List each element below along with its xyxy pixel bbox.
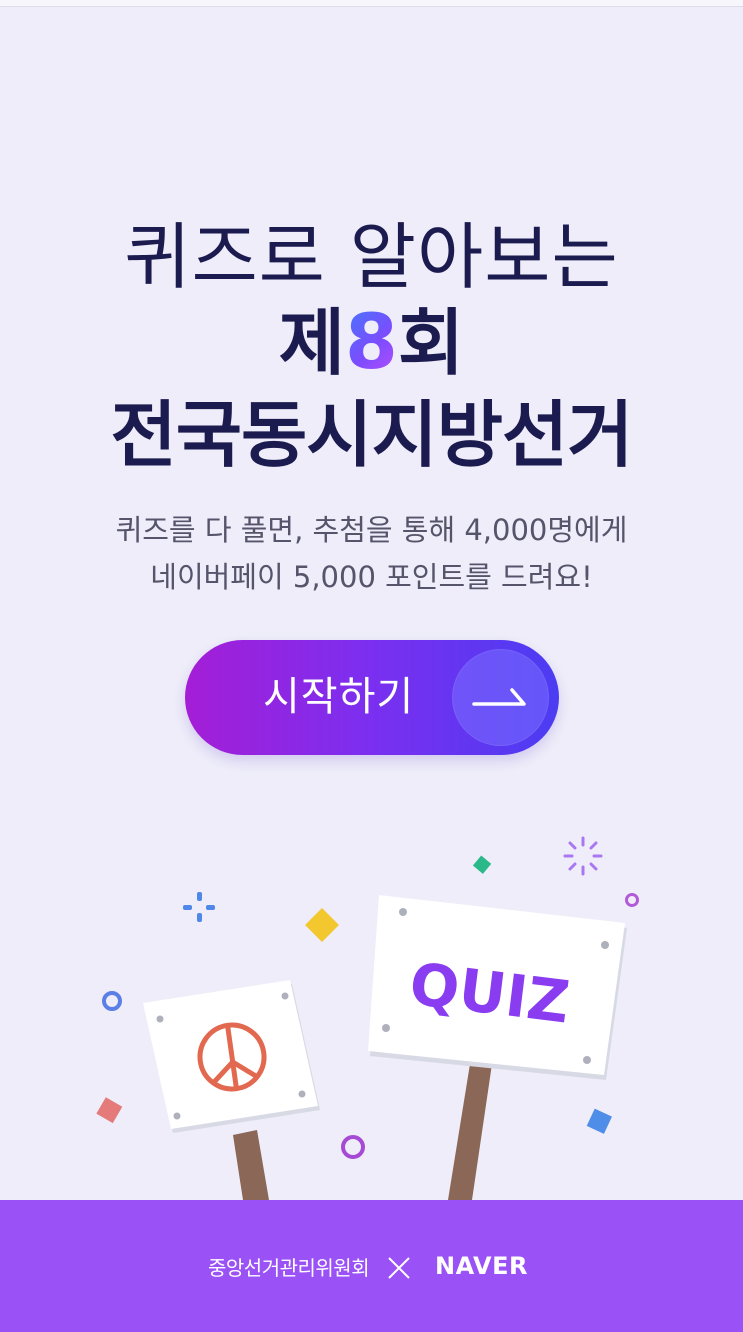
confetti-square-blue	[586, 1108, 612, 1134]
footer: 중앙선거관리위원회 NAVER	[0, 1200, 743, 1332]
description-line-1: 퀴즈를 다 풀면, 추첨을 통해 4,000명에게	[115, 513, 628, 547]
arrow-right-icon	[452, 649, 549, 746]
confetti-square-green	[472, 855, 492, 874]
burst-icon	[563, 836, 603, 876]
hero-line-2-prefix: 제	[278, 301, 346, 385]
hero-line-2: 제8회	[0, 284, 743, 389]
close-icon	[388, 1257, 410, 1279]
quiz-illustration: QUIZ	[96, 836, 639, 1200]
confetti-ring-blue	[102, 991, 122, 1011]
start-button[interactable]: 시작하기	[185, 640, 559, 755]
start-button-label: 시작하기	[263, 674, 415, 720]
naver-logo: NAVER	[435, 1252, 528, 1280]
confetti-square-red	[96, 1097, 123, 1124]
peace-sign-board	[143, 980, 320, 1200]
sparkle-icon	[183, 892, 215, 922]
top-divider	[0, 0, 743, 7]
description-line-2: 네이버페이 5,000 포인트를 드려요!	[150, 560, 593, 594]
footer-organization: 중앙선거관리위원회	[208, 1256, 370, 1280]
confetti-diamond-yellow	[305, 908, 339, 942]
confetti-ring-purple-small	[625, 893, 639, 907]
confetti-ring-purple	[341, 1135, 365, 1159]
hero-election-number: 8	[345, 297, 398, 386]
quiz-sign-board: QUIZ	[368, 895, 627, 1200]
hero-line-2-suffix: 회	[397, 301, 465, 385]
hero-line-3: 전국동시지방선거	[110, 393, 634, 477]
